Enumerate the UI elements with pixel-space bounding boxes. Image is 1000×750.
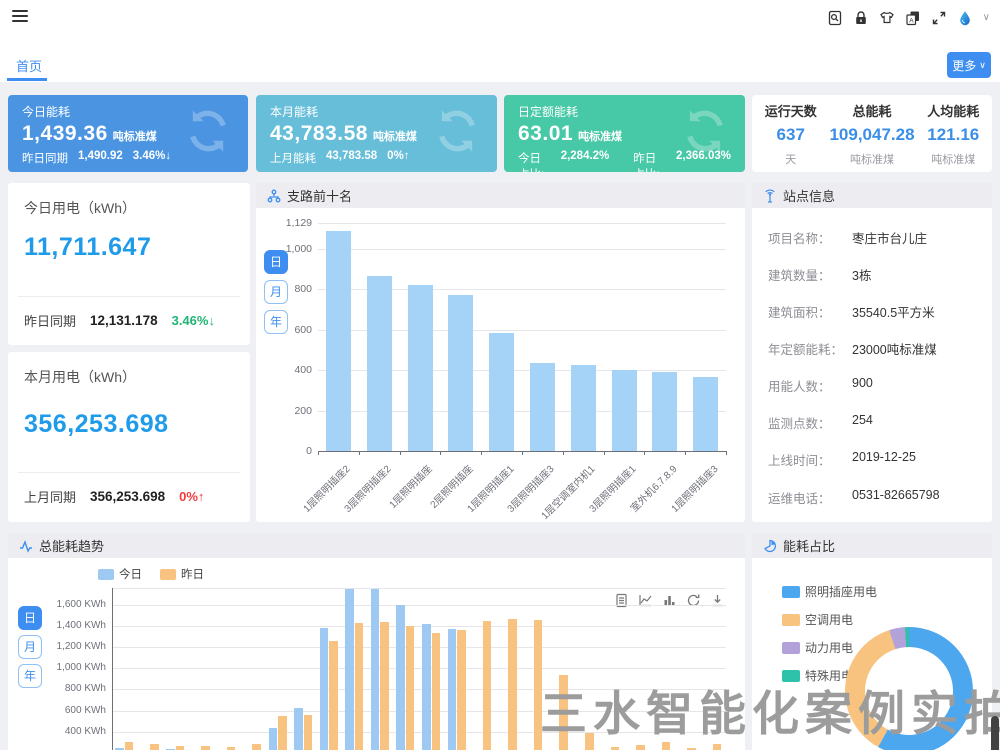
- panel-header: 站点信息: [752, 183, 992, 208]
- total-energy-stat: 总能耗 109,047.28 吨标准煤: [829, 95, 914, 172]
- trend-bar-yesterday: [483, 621, 492, 750]
- month-electricity-card: 本月用电（kWh） 356,253.698 上月同期 356,253.698 0…: [8, 352, 250, 522]
- trend-bar-yesterday: [125, 742, 134, 750]
- logo-drop-icon[interactable]: [957, 9, 974, 26]
- watermark-text: 三水智能化案例实拍: [540, 675, 1000, 744]
- more-button[interactable]: 更多 ∨: [947, 52, 991, 78]
- today-electricity-card: 今日用电（kWh） 11,711.647 昨日同期 12,131.178 3.4…: [8, 183, 250, 345]
- divider: [18, 296, 240, 297]
- sync-icon: [182, 105, 234, 162]
- summary-stats-card: 运行天数 637 天 总能耗 109,047.28 吨标准煤 人均能耗 121.…: [752, 95, 992, 172]
- site-row: 监测点数：254: [768, 413, 982, 432]
- site-row: 年定额能耗：23000吨标准煤: [768, 339, 982, 358]
- site-row: 建筑面积：35540.5平方米: [768, 302, 982, 321]
- more-caret-icon: ∨: [979, 60, 986, 71]
- site-row: 建筑数量：3栋: [768, 265, 982, 284]
- tab-active-underline: [7, 78, 47, 81]
- daily-quota-value: 63.01: [518, 122, 573, 145]
- branch-bar: [489, 333, 514, 451]
- trend-bar-yesterday: [508, 619, 517, 750]
- trend-bar-yesterday: [304, 715, 313, 750]
- translate-copy-icon[interactable]: A: [905, 9, 922, 26]
- trend-bar-today: [396, 605, 405, 750]
- topbar-actions: A ∨: [827, 9, 990, 26]
- trend-bar-yesterday: [176, 746, 185, 750]
- today-energy-card: 今日能耗 1,439.36吨标准煤 昨日同期1,490.923.46%↓: [8, 95, 248, 172]
- tab-home[interactable]: 首页: [16, 56, 42, 75]
- branch-bar: [652, 372, 677, 451]
- trend-bar-today: [371, 589, 380, 750]
- branch-bar: [367, 276, 392, 451]
- trend-bar-today: [345, 589, 354, 750]
- delta-badge: 3.46%↓: [172, 313, 215, 328]
- branch-top10-panel: 支路前十名 日 月 年 02004006008001,0001,1291层照明插…: [256, 183, 745, 522]
- site-row: 运维电话：0531-82665798: [768, 488, 982, 507]
- trend-bar-yesterday: [636, 745, 645, 750]
- trend-bar-today: [269, 728, 278, 750]
- daily-quota-card: 日定额能耗 63.01吨标准煤 今日占比:2,284.2% 昨日占比:2,366…: [504, 95, 745, 172]
- branch-bar: [408, 285, 433, 451]
- branch-bar: [530, 363, 555, 451]
- menu-toggle-icon[interactable]: [12, 10, 28, 24]
- legend-lighting[interactable]: 照明插座用电: [782, 583, 877, 600]
- trend-bar-yesterday: [201, 746, 210, 750]
- branch-bar: [571, 365, 596, 451]
- today-electricity-value: 11,711.647: [24, 233, 151, 262]
- trend-bar-today: [294, 708, 303, 750]
- delta-badge: 0%↑: [179, 489, 204, 504]
- trend-bar-yesterday: [457, 630, 466, 750]
- today-energy-value: 1,439.36: [22, 122, 108, 145]
- branch-bar: [448, 295, 473, 451]
- site-row: 用能人数：900: [768, 376, 982, 395]
- trend-bar-yesterday: [355, 623, 364, 750]
- trend-bar-yesterday: [432, 633, 441, 750]
- trend-bar-today: [422, 624, 431, 750]
- scrollbar-thumb[interactable]: [991, 716, 999, 750]
- pie-chart-icon: [763, 539, 777, 553]
- panel-header: 能耗占比: [752, 533, 992, 558]
- antenna-icon: [763, 189, 777, 203]
- trend-bar-yesterday: [150, 744, 159, 750]
- branch-bar-chart: 02004006008001,0001,1291层照明插座23层照明插座21层照…: [256, 183, 745, 522]
- branch-bar: [693, 377, 718, 451]
- trend-bar-today: [448, 629, 457, 750]
- sync-icon: [431, 105, 483, 162]
- trend-bar-yesterday: [380, 622, 389, 750]
- site-info-panel: 站点信息 项目名称：枣庄市台儿庄 建筑数量：3栋 建筑面积：35540.5平方米…: [752, 183, 992, 522]
- user-caret-down-icon[interactable]: ∨: [983, 12, 990, 23]
- fullscreen-icon[interactable]: [931, 9, 948, 26]
- month-energy-value: 43,783.58: [270, 122, 368, 145]
- file-search-icon[interactable]: [827, 9, 844, 26]
- trend-bar-yesterday: [713, 744, 722, 750]
- legend-hvac[interactable]: 空调用电: [782, 611, 877, 628]
- theme-shirt-icon[interactable]: [879, 9, 896, 26]
- top-navbar: A ∨: [0, 0, 1000, 36]
- branch-bar: [326, 231, 351, 451]
- trend-bar-yesterday: [329, 641, 338, 750]
- month-electricity-value: 356,253.698: [24, 410, 169, 439]
- site-row: 项目名称：枣庄市台儿庄: [768, 228, 982, 247]
- divider: [18, 472, 240, 473]
- trend-bar-today: [320, 628, 329, 750]
- site-row: 上线时间：2019-12-25: [768, 450, 982, 469]
- running-days-stat: 运行天数 637 天: [752, 95, 829, 172]
- trend-bar-yesterday: [278, 716, 287, 750]
- lock-icon[interactable]: [853, 9, 870, 26]
- branch-bar: [612, 370, 637, 451]
- trend-bar-yesterday: [252, 744, 261, 750]
- month-energy-card: 本月能耗 43,783.58吨标准煤 上月能耗43,783.580%↑: [256, 95, 497, 172]
- trend-bar-yesterday: [406, 626, 415, 750]
- per-capita-energy-stat: 人均能耗 121.16 吨标准煤: [915, 95, 992, 172]
- sync-icon: [679, 105, 731, 162]
- svg-text:A: A: [909, 17, 914, 24]
- tab-bar: 首页 更多 ∨: [0, 36, 1000, 82]
